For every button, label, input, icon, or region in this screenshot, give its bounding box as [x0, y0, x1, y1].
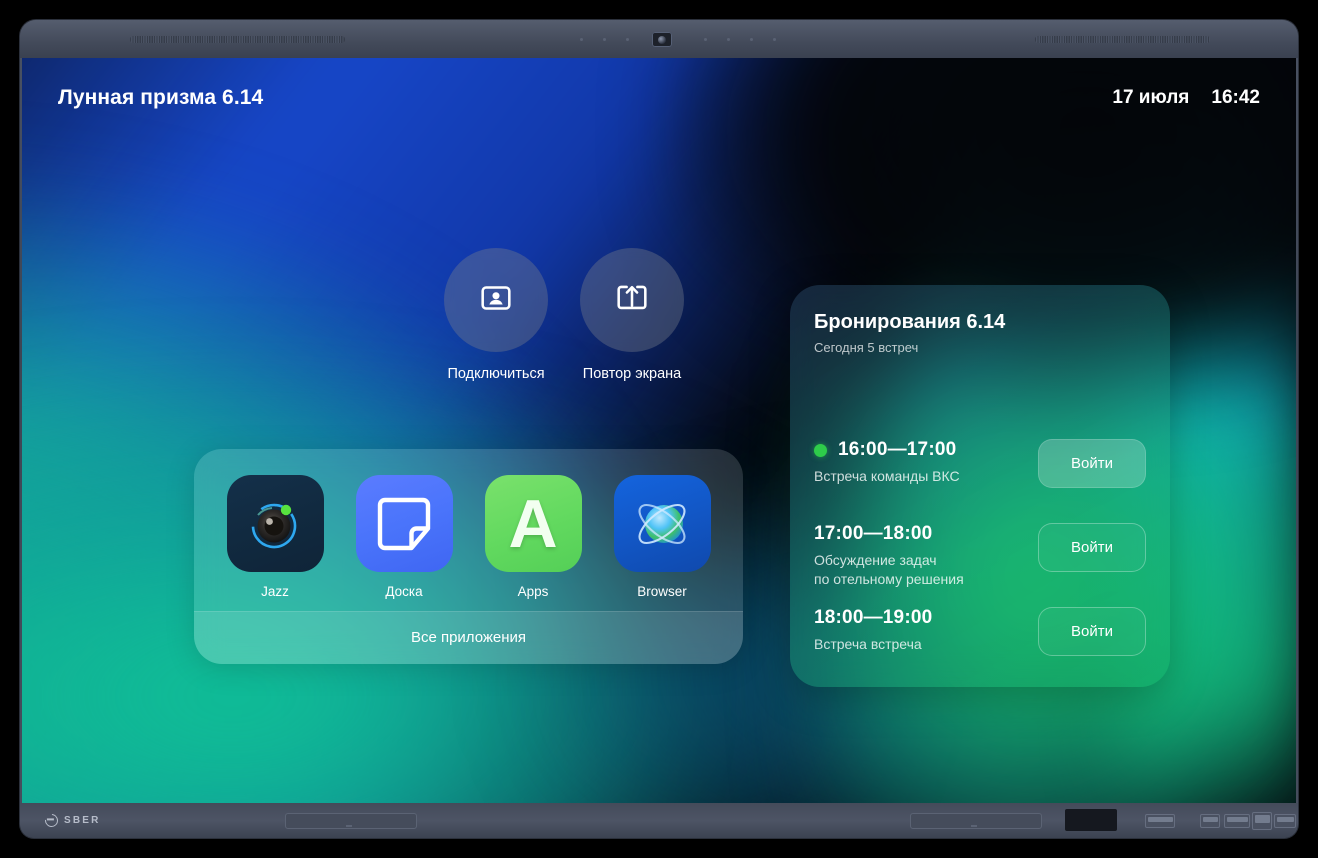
connect-button[interactable]: Подключиться — [444, 248, 548, 382]
globe-orbit-icon[interactable] — [613, 475, 711, 572]
camera-lens-icon[interactable] — [226, 475, 324, 572]
bezel-dot — [580, 38, 583, 41]
meeting-title: Встреча команды ВКС — [814, 468, 960, 484]
meeting-row: 16:00—17:00 Встреча команды ВКС Войти — [814, 429, 1146, 513]
os-title: Лунная призма 6.14 — [58, 86, 264, 109]
port-icon — [1145, 814, 1175, 828]
speaker-grille-right — [1035, 36, 1210, 43]
meeting-row: 17:00—18:00 Обсуждение задач по отельном… — [814, 513, 1146, 597]
meeting-row: 18:00—19:00 Встреча встреча Войти — [814, 597, 1146, 681]
app-doska-label: Доска — [385, 584, 423, 599]
bookings-card: Бронирования 6.14 Сегодня 5 встреч 16:00… — [790, 285, 1170, 687]
bezel-black-panel — [1065, 809, 1117, 831]
meeting-info: 18:00—19:00 Встреча встреча — [814, 605, 932, 654]
datetime-group: 17 июля 16:42 — [1112, 87, 1260, 109]
app-dock-icons: Jazz Доска A Apps Browser — [194, 449, 743, 611]
person-frame-icon — [479, 281, 513, 320]
meeting-time: 16:00—17:00 — [838, 439, 957, 460]
app-browser[interactable]: Browser — [609, 475, 716, 599]
meeting-time-row: 17:00—18:00 — [814, 523, 964, 545]
device-bottom-bezel: SBER — [20, 803, 1298, 838]
speaker-grille-left — [130, 36, 345, 43]
sber-mark-icon — [42, 811, 61, 830]
port-icon — [1252, 812, 1272, 830]
meeting-info: 16:00—17:00 Встреча команды ВКС — [814, 437, 960, 486]
status-badge — [814, 443, 827, 457]
bezel-dot — [727, 38, 730, 41]
status-bar: Лунная призма 6.14 17 июля 16:42 — [22, 58, 1296, 138]
letter-a-icon[interactable]: A — [484, 475, 582, 572]
join-button[interactable]: Войти — [1038, 439, 1146, 488]
screen-mirror-button-circle[interactable] — [580, 248, 684, 352]
camera-lens — [658, 35, 666, 44]
current-time: 16:42 — [1211, 87, 1260, 108]
app-apps[interactable]: A Apps — [480, 475, 587, 599]
bezel-slot-left — [285, 813, 417, 829]
join-button[interactable]: Войти — [1038, 607, 1146, 656]
app-browser-label: Browser — [637, 584, 687, 599]
meeting-info: 17:00—18:00 Обсуждение задач по отельном… — [814, 521, 964, 589]
app-apps-label: Apps — [517, 584, 549, 599]
sber-logo: SBER — [42, 811, 101, 830]
display-device: Лунная призма 6.14 17 июля 16:42 Подключ… — [20, 20, 1298, 838]
connect-button-label: Подключиться — [447, 366, 545, 382]
current-date: 17 июля — [1112, 87, 1190, 108]
port-icon — [1274, 814, 1296, 828]
connect-button-circle[interactable] — [444, 248, 548, 352]
quick-actions: Подключиться Повтор экрана — [444, 248, 684, 382]
bezel-slot-right — [910, 813, 1042, 829]
meeting-time-row: 18:00—19:00 — [814, 607, 932, 629]
screen-mirror-button[interactable]: Повтор экрана — [580, 248, 684, 382]
sticky-note-icon[interactable] — [355, 475, 453, 572]
bezel-dot — [704, 38, 707, 41]
screen-mirror-button-label: Повтор экрана — [582, 366, 682, 382]
meeting-title: Обсуждение задач по отельному решения — [814, 552, 964, 587]
bezel-dot — [750, 38, 753, 41]
screen-share-icon — [615, 281, 649, 320]
app-doska[interactable]: Доска — [351, 475, 458, 599]
app-jazz[interactable]: Jazz — [222, 475, 329, 599]
bookings-subtitle: Сегодня 5 встреч — [814, 340, 919, 355]
bookings-title: Бронирования 6.14 — [814, 311, 1006, 333]
meeting-title: Встреча встреча — [814, 636, 922, 652]
all-apps-button[interactable]: Все приложения — [194, 611, 743, 664]
bezel-dot — [626, 38, 629, 41]
port-icon — [1200, 814, 1220, 828]
port-icon — [1224, 814, 1250, 828]
bezel-dot — [773, 38, 776, 41]
screen: Лунная призма 6.14 17 июля 16:42 Подключ… — [22, 58, 1296, 803]
join-button[interactable]: Войти — [1038, 523, 1146, 572]
meeting-time-row: 16:00—17:00 — [814, 439, 960, 461]
app-dock: Jazz Доска A Apps Browser Все приложения — [194, 449, 743, 664]
meetings-list: 16:00—17:00 Встреча команды ВКС Войти 17… — [814, 429, 1146, 681]
meeting-time: 18:00—19:00 — [814, 607, 933, 628]
device-top-bezel — [20, 20, 1298, 58]
sber-brand-label: SBER — [64, 815, 101, 826]
bezel-dot — [603, 38, 606, 41]
app-jazz-label: Jazz — [261, 584, 289, 599]
meeting-time: 17:00—18:00 — [814, 523, 933, 544]
camera-icon — [652, 32, 672, 47]
apps-letter: A — [508, 485, 558, 562]
